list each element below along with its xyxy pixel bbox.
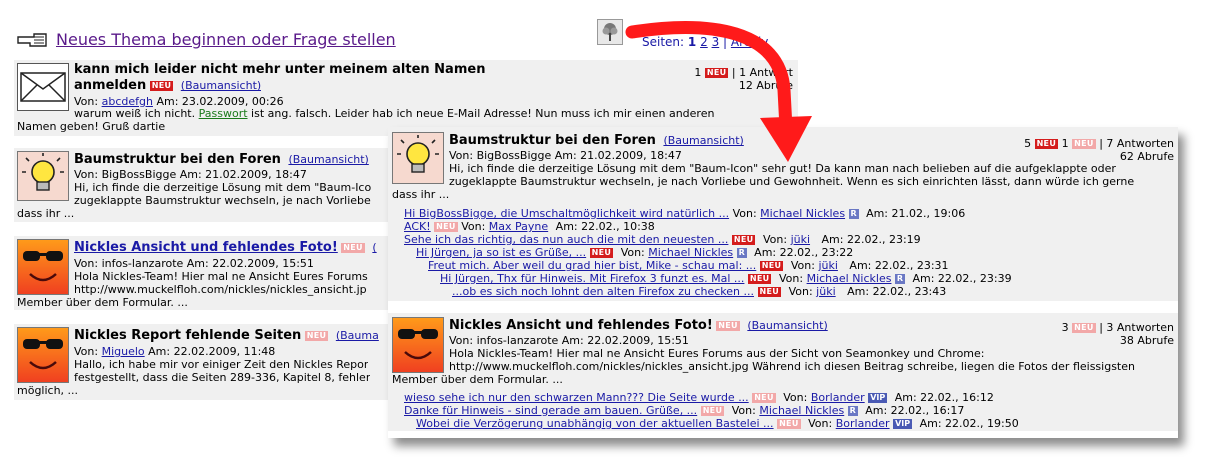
- reply-item: Hi Jürgen, Thx für Hinweis. Mit Firefox …: [440, 272, 1012, 285]
- tree-view-link[interactable]: (Baumansicht): [747, 319, 827, 332]
- sunglasses-face-icon: [17, 327, 69, 383]
- post-meta: Von: infos-lanzarote Am: 22.02.2009, 15:…: [74, 257, 314, 270]
- post-excerpt: Hola Nickles-Team! Hier mal ne Ansicht E…: [449, 347, 985, 360]
- lightbulb-icon: [17, 151, 69, 201]
- post-title-row: Nickles Report fehlende Seiten NEU (Baum…: [74, 328, 379, 343]
- post-meta: Von: Miguelo Am: 22.02.2009, 11:48: [74, 345, 276, 358]
- reply-item: wieso sehe ich nur den schwarzen Mann???…: [404, 391, 994, 404]
- post-views: 62 Abrufe: [1119, 150, 1174, 163]
- post-views: 38 Abrufe: [1119, 334, 1174, 347]
- post-title[interactable]: Nickles Ansicht und fehlendes Foto!: [74, 240, 338, 255]
- post-excerpt-line2: zugeklappte Baumstruktur wechseln, je na…: [74, 194, 371, 207]
- reply-item: Danke für Hinweis - sind gerade am bauen…: [404, 404, 965, 417]
- post-excerpt-line3: dass ihr ...: [17, 207, 75, 220]
- post-stats: 3 NEU | 3 Antworten: [1061, 321, 1174, 334]
- post-excerpt-line2: http://www.muckelfloh.com/nickles/nickle…: [449, 360, 1135, 373]
- post-title[interactable]: Nickles Report fehlende Seiten: [74, 328, 301, 343]
- tree-view-link[interactable]: (Baumansicht): [288, 153, 368, 166]
- reply-item: Hi Jürgen, ja so ist es Grüße, ... NEU V…: [416, 246, 854, 259]
- post-excerpt: Hallo, ich habe mir vor einiger Zeit den…: [74, 358, 369, 371]
- post-title-row: Nickles Ansicht und fehlendes Foto! NEU …: [74, 240, 377, 255]
- post-excerpt-line3: Member über dem Formular. ...: [392, 373, 563, 386]
- post-excerpt-line2: festgestellt, dass die Seiten 289-336, K…: [74, 371, 371, 384]
- reply-item: Wobei die Verzögerung unabhängig von der…: [416, 417, 1019, 430]
- new-topic-link[interactable]: Neues Thema beginnen oder Frage stellen: [56, 30, 396, 49]
- post-title[interactable]: Baumstruktur bei den Foren: [74, 152, 281, 167]
- password-link[interactable]: Passwort: [199, 107, 248, 120]
- post-title[interactable]: Nickles Ansicht und fehlendes Foto!: [449, 318, 713, 333]
- reply-item: Freut mich. Aber weil du grad hier bist,…: [428, 259, 949, 272]
- tree-view-link[interactable]: (: [372, 241, 376, 254]
- post-title-row: Nickles Ansicht und fehlendes Foto! NEU …: [449, 318, 828, 333]
- post-title-line2: anmelden NEU (Baumansicht): [74, 78, 262, 93]
- envelope-icon: [17, 63, 69, 111]
- lightbulb-icon: [392, 132, 444, 184]
- red-arrow-annotation: [625, 21, 812, 162]
- sunglasses-face-icon: [17, 239, 69, 295]
- post-excerpt-line3: Member über dem Formular. ...: [17, 296, 188, 309]
- post-excerpt-line2: http://www.muckelfloh.com/nickles/nickle…: [74, 283, 367, 296]
- pointing-hand-icon: [16, 31, 50, 49]
- reply-item: ...ob es sich noch lohnt den alten Firef…: [452, 285, 947, 298]
- post-excerpt: Hi, ich finde die derzeitige Lösung mit …: [74, 181, 372, 194]
- post-meta: Von: BigBossBigge Am: 21.02.2009, 18:47: [74, 168, 307, 181]
- post-excerpt-line2: Namen geben! Gruß dartie: [17, 120, 166, 133]
- sunglasses-face-icon: [392, 317, 444, 373]
- author-link[interactable]: Miguelo: [102, 345, 145, 358]
- post-excerpt: Hola Nickles-Team! Hier mal ne Ansicht E…: [74, 270, 368, 283]
- post-stats: 5 NEU 1 NEU | 7 Antworten: [1024, 137, 1174, 150]
- post-meta: Von: infos-lanzarote Am: 22.02.2009, 15:…: [449, 334, 689, 347]
- post-excerpt-line3: möglich, ...: [17, 384, 79, 397]
- reply-item: Sehe ich das richtig, das nun auch die m…: [404, 233, 921, 246]
- post-title-row: Baumstruktur bei den Foren (Baumansicht): [74, 152, 369, 167]
- new-badge: NEU: [149, 81, 174, 91]
- post-excerpt-line3: dass ihr ...: [392, 188, 450, 201]
- tree-view-link[interactable]: (Baumansicht): [181, 79, 261, 92]
- reply-item: ACK! NEU Von: Max Payne Am: 22.02., 10:3…: [404, 220, 655, 233]
- post-title[interactable]: kann mich leider nicht mehr unter meinem…: [74, 62, 485, 77]
- reply-item: Hi BigBossBigge, die Umschaltmöglichkeit…: [404, 207, 966, 220]
- tree-view-link[interactable]: (Bauma: [336, 329, 379, 342]
